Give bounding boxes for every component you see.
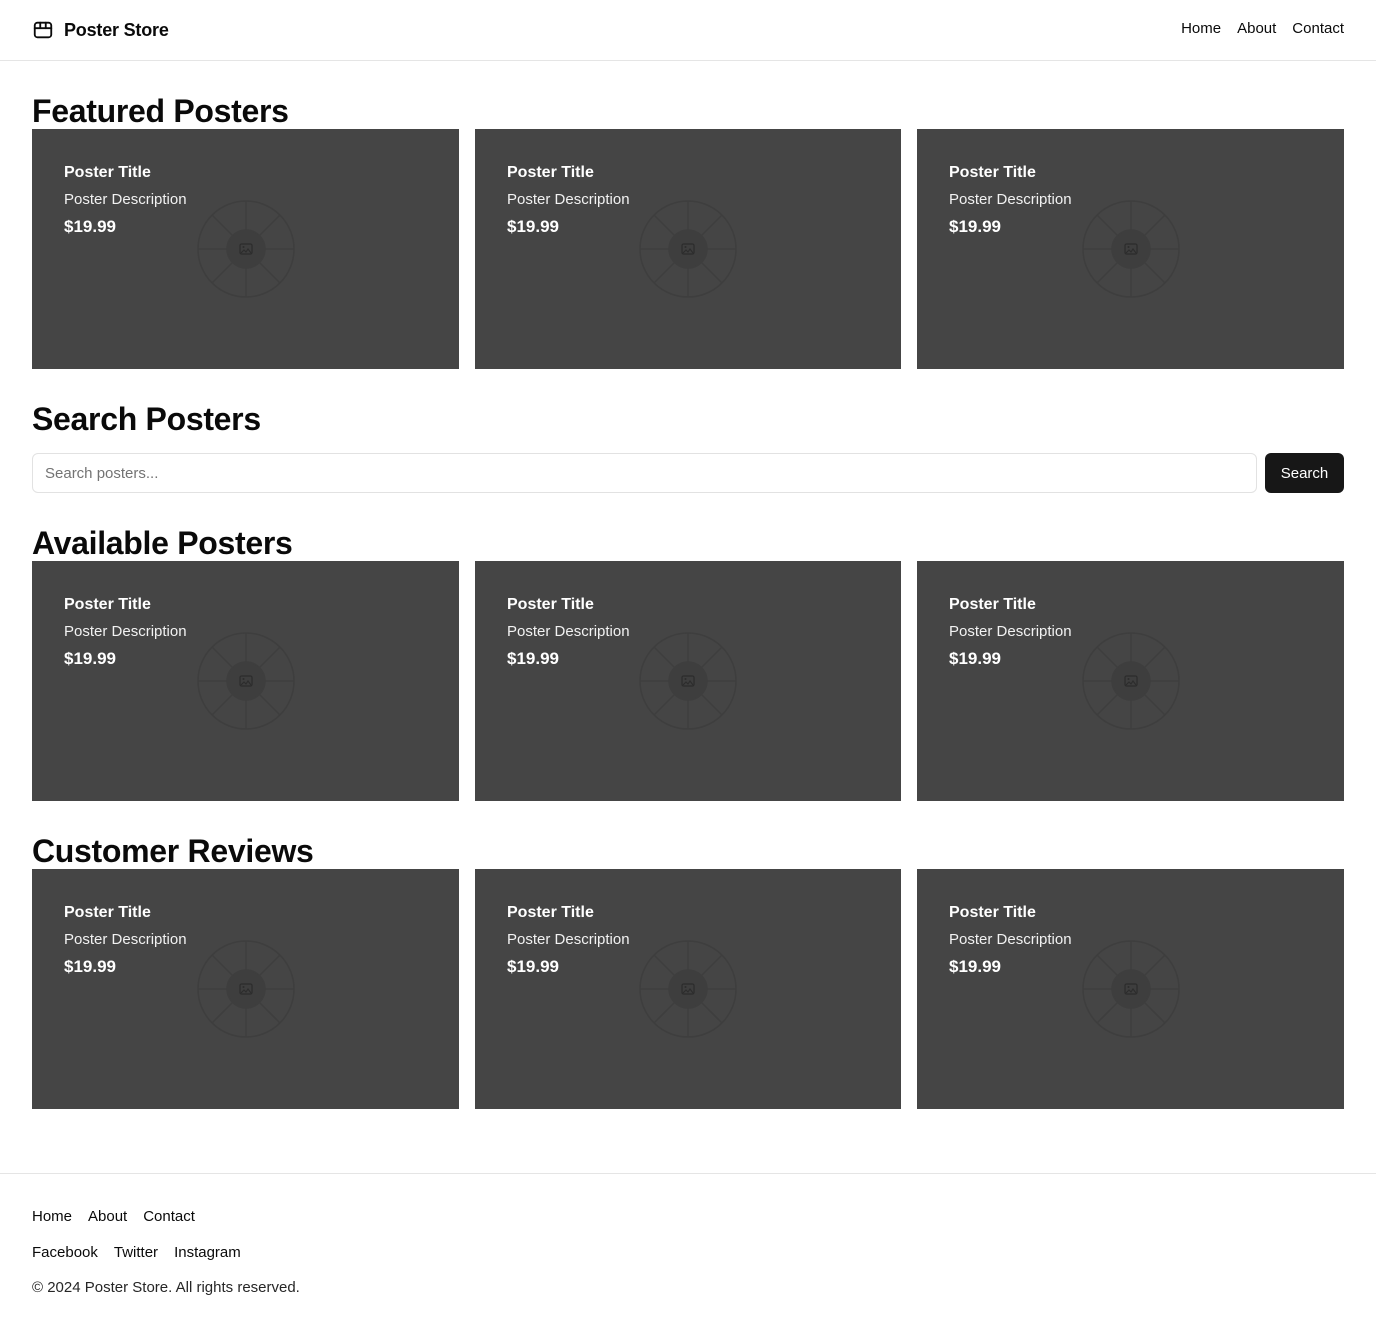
image-placeholder-icon	[1081, 200, 1180, 298]
image-placeholder-icon	[639, 200, 737, 298]
poster-card[interactable]: Poster Title Poster Description $19.99	[917, 869, 1344, 1109]
card-price: $19.99	[949, 957, 1001, 976]
card-text: Poster Title Poster Description $19.99	[64, 595, 187, 669]
image-placeholder-icon	[1081, 940, 1180, 1038]
card-title: Poster Title	[64, 164, 151, 181]
footer-instagram-link[interactable]: Instagram	[174, 1244, 241, 1261]
poster-card[interactable]: Poster Title Poster Description $19.99	[917, 561, 1344, 801]
available-grid: Poster Title Poster Description $19.99 P…	[32, 561, 1344, 801]
poster-card[interactable]: Poster Title Poster Description $19.99	[32, 561, 459, 801]
copyright-text: © 2024 Poster Store. All rights reserved…	[32, 1279, 300, 1296]
card-description: Poster Description	[507, 931, 630, 948]
image-placeholder-icon	[196, 632, 295, 730]
brand-name: Poster Store	[64, 19, 169, 40]
card-title: Poster Title	[949, 904, 1036, 921]
card-title: Poster Title	[507, 904, 594, 921]
search-input[interactable]	[32, 453, 1257, 493]
brand-logo-link[interactable]: Poster Store	[32, 18, 169, 42]
site-header: Poster Store Home About Contact	[0, 0, 1376, 61]
featured-section-title: Featured Posters	[32, 93, 289, 129]
image-placeholder-icon	[196, 940, 295, 1038]
card-title: Poster Title	[507, 596, 594, 613]
nav-about-link[interactable]: About	[1237, 20, 1276, 37]
card-title: Poster Title	[507, 164, 594, 181]
card-description: Poster Description	[64, 931, 187, 948]
available-section-title: Available Posters	[32, 525, 293, 561]
card-price: $19.99	[507, 957, 559, 976]
poster-card[interactable]: Poster Title Poster Description $19.99	[475, 869, 901, 1109]
card-text: Poster Title Poster Description $19.99	[64, 903, 187, 977]
card-title: Poster Title	[64, 904, 151, 921]
package-icon	[33, 21, 53, 39]
poster-card[interactable]: Poster Title Poster Description $19.99	[32, 129, 459, 369]
search-section-title: Search Posters	[32, 401, 261, 437]
image-placeholder-icon	[639, 632, 737, 730]
card-text: Poster Title Poster Description $19.99	[949, 903, 1072, 977]
search-button[interactable]: Search	[1265, 453, 1344, 493]
poster-card[interactable]: Poster Title Poster Description $19.99	[917, 129, 1344, 369]
featured-grid: Poster Title Poster Description $19.99 P…	[32, 129, 1344, 369]
footer-home-link[interactable]: Home	[32, 1208, 72, 1225]
image-placeholder-icon	[639, 940, 737, 1038]
card-title: Poster Title	[64, 596, 151, 613]
card-description: Poster Description	[949, 191, 1072, 208]
main-nav: Home About Contact	[1181, 20, 1344, 37]
card-title: Poster Title	[949, 596, 1036, 613]
card-description: Poster Description	[64, 623, 187, 640]
footer-twitter-link[interactable]: Twitter	[114, 1244, 158, 1261]
nav-contact-link[interactable]: Contact	[1292, 20, 1344, 37]
footer-facebook-link[interactable]: Facebook	[32, 1244, 98, 1261]
footer-social: Facebook Twitter Instagram	[32, 1244, 241, 1261]
card-price: $19.99	[64, 217, 116, 236]
card-price: $19.99	[64, 957, 116, 976]
card-description: Poster Description	[64, 191, 187, 208]
card-price: $19.99	[949, 217, 1001, 236]
card-description: Poster Description	[507, 191, 630, 208]
poster-card[interactable]: Poster Title Poster Description $19.99	[32, 869, 459, 1109]
poster-card[interactable]: Poster Title Poster Description $19.99	[475, 561, 901, 801]
footer-nav: Home About Contact	[32, 1208, 195, 1225]
card-price: $19.99	[507, 649, 559, 668]
card-title: Poster Title	[949, 164, 1036, 181]
card-text: Poster Title Poster Description $19.99	[507, 903, 630, 977]
card-description: Poster Description	[507, 623, 630, 640]
site-footer: Home About Contact Facebook Twitter Inst…	[0, 1173, 1376, 1330]
image-placeholder-icon	[196, 200, 295, 298]
card-text: Poster Title Poster Description $19.99	[949, 163, 1072, 237]
reviews-section-title: Customer Reviews	[32, 833, 314, 869]
card-price: $19.99	[64, 649, 116, 668]
card-price: $19.99	[949, 649, 1001, 668]
footer-contact-link[interactable]: Contact	[143, 1208, 195, 1225]
nav-home-link[interactable]: Home	[1181, 20, 1221, 37]
card-price: $19.99	[507, 217, 559, 236]
footer-about-link[interactable]: About	[88, 1208, 127, 1225]
card-text: Poster Title Poster Description $19.99	[949, 595, 1072, 669]
card-description: Poster Description	[949, 623, 1072, 640]
image-placeholder-icon	[1081, 632, 1180, 730]
card-text: Poster Title Poster Description $19.99	[507, 595, 630, 669]
card-text: Poster Title Poster Description $19.99	[507, 163, 630, 237]
poster-card[interactable]: Poster Title Poster Description $19.99	[475, 129, 901, 369]
card-description: Poster Description	[949, 931, 1072, 948]
card-text: Poster Title Poster Description $19.99	[64, 163, 187, 237]
reviews-grid: Poster Title Poster Description $19.99 P…	[32, 869, 1344, 1109]
